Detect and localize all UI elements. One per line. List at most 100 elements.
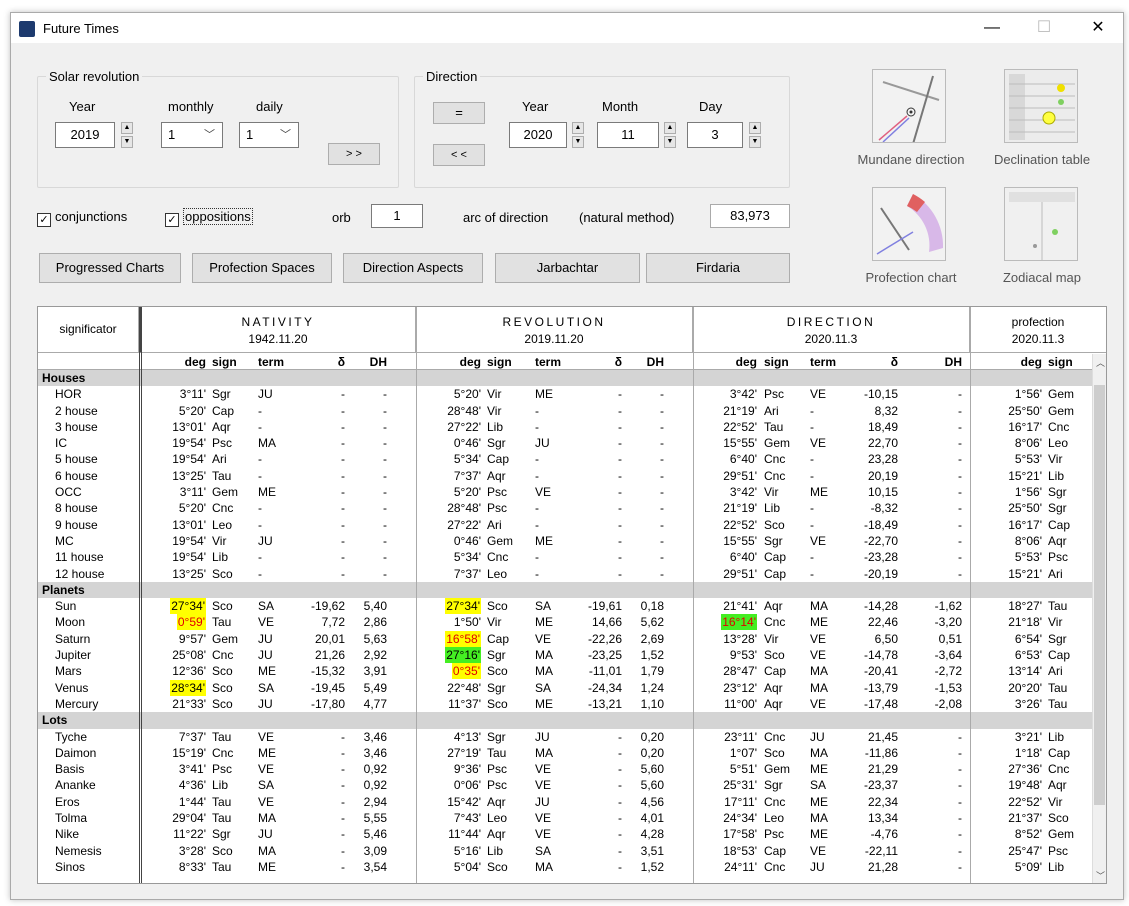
table-cell: ME <box>810 615 828 630</box>
table-cell: -1,53 <box>934 680 962 695</box>
table-cell: 4,28 <box>640 827 664 842</box>
table-cell: - <box>341 387 345 402</box>
close-button[interactable]: ✕ <box>1075 13 1121 43</box>
sr-go-button[interactable]: > > <box>328 143 380 165</box>
table-cell: JU <box>258 827 273 842</box>
table-cell: 11°00' <box>724 696 757 711</box>
table-cell: Lib <box>487 419 504 434</box>
table-cell: ME <box>258 664 276 679</box>
direction-equals-button[interactable]: = <box>433 102 485 124</box>
table-cell: 5,63 <box>363 631 387 646</box>
direction-aspects-button[interactable]: Direction Aspects <box>343 253 483 283</box>
jarbachtar-button[interactable]: Jarbachtar <box>495 253 640 283</box>
profection-chart-icon[interactable] <box>872 187 946 261</box>
dir-day-input[interactable]: 3 <box>687 122 743 148</box>
table-cell: Leo <box>1048 436 1069 451</box>
table-cell: -20,19 <box>863 566 898 581</box>
table-cell: 3°11' <box>179 387 206 402</box>
dir-month-spinner[interactable]: ▲ ▼ <box>664 122 676 148</box>
significator-header-label: significator <box>59 322 117 336</box>
row-significator: Tyche <box>55 729 88 744</box>
col-header-5: deg <box>459 355 481 369</box>
table-cell: Vir <box>764 485 779 500</box>
chevron-down-icon[interactable]: ﹀ <box>1096 869 1105 882</box>
table-cell: - <box>958 468 962 483</box>
oppositions-checkbox[interactable]: ✓ oppositions <box>165 208 253 227</box>
chevron-up-icon[interactable]: ︿ <box>1096 356 1105 369</box>
progressed-charts-button[interactable]: Progressed Charts <box>39 253 181 283</box>
table-cell: VE <box>810 533 827 548</box>
table-cell: - <box>660 403 664 418</box>
table-cell: Aqr <box>764 680 783 695</box>
table-cell: 13°25' <box>172 468 206 483</box>
dir-year-label: Year <box>522 99 549 114</box>
table-cell: 8°52' <box>1014 827 1042 842</box>
table-cell: Cap <box>487 452 510 467</box>
sr-daily-select[interactable]: 1 ﹀ <box>239 122 299 148</box>
profection-spaces-button[interactable]: Profection Spaces <box>192 253 332 283</box>
table-cell: 27°22' <box>447 517 481 532</box>
table-cell: Lib <box>1048 859 1065 874</box>
table-cell: - <box>383 468 387 483</box>
table-cell: - <box>660 550 664 565</box>
table-cell: - <box>341 778 345 793</box>
table-cell: Aqr <box>212 419 231 434</box>
orb-input[interactable]: 1 <box>371 204 423 228</box>
table-row: Saturn 9°57' Gem JU 20,01 5,63 16°58' Cap VE -22,… <box>38 630 1092 647</box>
column-headers: deg sign term δ DH deg sign term δ DH deg sign term δ… <box>38 354 1092 370</box>
table-cell: Lib <box>764 501 781 516</box>
table-cell: 11°37' <box>448 696 481 711</box>
scrollbar-thumb[interactable] <box>1094 385 1105 805</box>
minimize-button[interactable]: — <box>969 13 1015 43</box>
firdaria-button[interactable]: Firdaria <box>646 253 790 283</box>
table-cell: 6°54' <box>1014 631 1042 646</box>
table-cell: Cap <box>764 843 787 858</box>
table-cell: 3,46 <box>363 729 387 744</box>
table-cell: - <box>958 533 962 548</box>
table-cell: Tau <box>212 794 232 809</box>
table-cell: 23°11' <box>724 729 757 744</box>
sr-year-spinner[interactable]: ▲ ▼ <box>121 122 133 148</box>
table-row: IC 19°54' Psc MA - - 0°46' Sgr JU - - 15°55' Gem VE 22… <box>38 435 1092 451</box>
table-cell: Sgr <box>212 387 231 402</box>
table-cell: - <box>618 778 622 793</box>
table-cell: Cap <box>487 631 510 646</box>
table-cell: 3°41' <box>178 762 206 777</box>
dir-year-input[interactable]: 2020 <box>509 122 567 148</box>
declination-table-icon[interactable] <box>1004 69 1078 143</box>
row-significator: 2 house <box>55 403 98 418</box>
dir-day-spinner[interactable]: ▲ ▼ <box>749 122 761 148</box>
table-cell: Sco <box>212 664 233 679</box>
table-cell: Psc <box>212 436 233 451</box>
zodiacal-map-icon[interactable] <box>1004 187 1078 261</box>
col-header-7: term <box>535 355 562 369</box>
sr-year-label: Year <box>69 99 96 114</box>
table-cell: ME <box>535 615 553 630</box>
dir-month-input[interactable]: 11 <box>597 122 659 148</box>
table-cell: - <box>810 501 814 516</box>
conjunctions-checkbox[interactable]: ✓ conjunctions <box>37 209 127 227</box>
table-cell: 21°37' <box>1008 811 1042 826</box>
table-cell: Sco <box>764 648 785 663</box>
section-title: Houses <box>42 371 86 385</box>
table-cell: -13,21 <box>587 696 622 711</box>
table-cell: Cap <box>764 664 787 679</box>
chevron-down-icon: ﹀ <box>204 129 215 141</box>
mundane-direction-icon[interactable] <box>872 69 946 143</box>
table-cell: SA <box>258 599 275 614</box>
table-cell: - <box>958 517 962 532</box>
results-table: significator NATIVITY 1942.11.20 REVOLUTI… <box>37 306 1107 884</box>
direction-back-button[interactable]: < < <box>433 144 485 166</box>
table-cell: 23°12' <box>723 680 757 695</box>
table-cell: Tau <box>1048 599 1068 614</box>
table-cell: 21°33' <box>172 696 206 711</box>
table-cell: Aqr <box>487 794 506 809</box>
table-cell: 7°43' <box>453 811 481 826</box>
table-cell: 24°11' <box>724 859 757 874</box>
table-cell: -13,79 <box>863 680 898 695</box>
sr-year-input[interactable]: 2019 <box>55 122 115 148</box>
sr-monthly-select[interactable]: 1 ﹀ <box>161 122 223 148</box>
dir-year-spinner[interactable]: ▲ ▼ <box>572 122 584 148</box>
maximize-button[interactable]: ☐ <box>1021 13 1067 43</box>
table-cell: 18°53' <box>723 843 757 858</box>
